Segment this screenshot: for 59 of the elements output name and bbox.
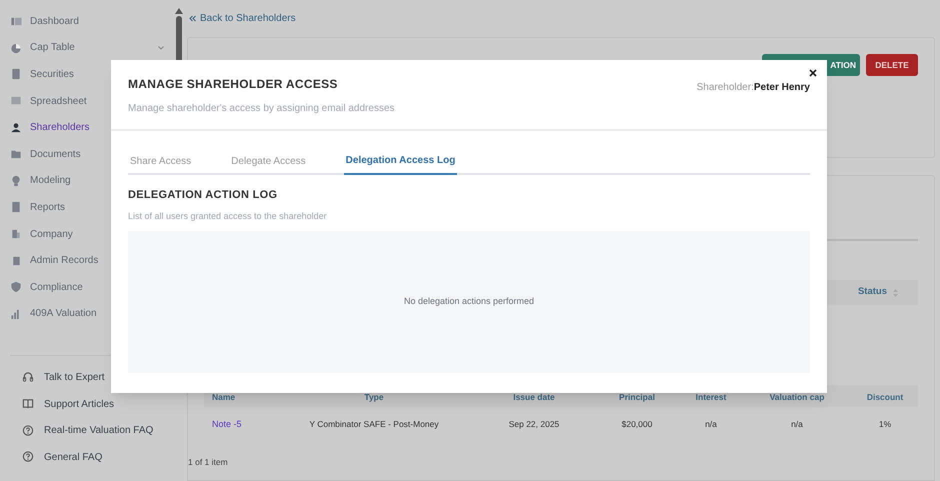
sidebar-item[interactable]: Shareholders — [0, 114, 96, 141]
double-chevron-left-icon — [189, 15, 196, 22]
help-link[interactable]: General FAQ — [0, 444, 106, 470]
column-header: Type — [364, 392, 384, 402]
sidebar-item[interactable]: Modeling — [0, 168, 77, 194]
sidebar-item[interactable]: Company — [0, 220, 79, 248]
column-header: Principal — [619, 392, 655, 402]
table-cell: Sep 22, 2025 — [508, 419, 560, 429]
help-link[interactable]: Support Articles — [0, 390, 118, 418]
tab[interactable]: Delegate Access — [229, 147, 308, 175]
pie-chart-icon — [10, 42, 22, 54]
close-icon[interactable] — [809, 69, 817, 77]
pagination-text: 1 of 1 item — [188, 457, 228, 467]
tab[interactable]: Share Access — [128, 147, 194, 175]
column-header: Name — [212, 392, 236, 402]
scroll-up-icon[interactable] — [174, 8, 182, 14]
sidebar-item[interactable]: Documents — [0, 140, 87, 168]
column-header[interactable]: Status — [858, 285, 898, 300]
modal-subtitle: Manage shareholder's access by assigning email addresses — [128, 102, 394, 116]
building-icon — [10, 228, 22, 240]
help-link[interactable]: Talk to Expert — [0, 364, 109, 391]
book-icon — [22, 398, 34, 410]
folder-icon — [10, 148, 22, 160]
person-icon — [10, 122, 22, 134]
sidebar-item[interactable]: 409A Valuation — [0, 300, 103, 328]
shareholder-name: Peter Henry — [754, 81, 810, 95]
sidebar-item[interactable]: Cap Table — [0, 34, 170, 62]
help-link[interactable]: Real-time Valuation FAQ — [0, 417, 158, 444]
delete-button[interactable]: DELETE — [866, 54, 918, 76]
sidebar-item[interactable]: Dashboard — [0, 8, 85, 35]
back-link[interactable]: Back to Shareholders — [187, 0, 935, 37]
bulb-icon — [10, 174, 22, 187]
column-header: Valuation cap — [770, 392, 824, 402]
question-icon — [22, 424, 34, 437]
shareholder-label: Shareholder: — [696, 81, 754, 95]
shield-icon — [10, 281, 22, 294]
sidebar-item[interactable]: Reports — [0, 194, 72, 221]
column-header: Interest — [696, 392, 726, 402]
note-link[interactable]: Note -5 — [212, 419, 242, 429]
table-cell: n/a — [791, 419, 803, 429]
section-subtitle: List of all users granted access to the shareholder — [128, 210, 328, 223]
table-cell: 1% — [878, 419, 892, 429]
sidebar-item[interactable]: Compliance — [0, 274, 89, 301]
column-header: Issue date — [513, 392, 555, 402]
sidebar-item[interactable]: Spreadsheet — [0, 88, 93, 114]
section-title: DELEGATION ACTION LOG — [128, 188, 278, 203]
table-cell: Y Combinator SAFE - Post-Money — [309, 419, 439, 429]
table-cell: n/a — [705, 419, 717, 429]
column-header: Discount — [866, 392, 904, 402]
bar-chart-icon — [10, 308, 22, 320]
sidebar-item[interactable]: Securities — [0, 61, 80, 88]
sidebar-item[interactable]: Admin Records — [0, 247, 104, 274]
dashboard-icon — [10, 15, 22, 28]
table-cell: $20,000 — [622, 419, 652, 429]
modal-title: MANAGE SHAREHOLDER ACCESS — [128, 76, 339, 93]
headset-icon — [22, 371, 34, 384]
question-icon — [22, 451, 34, 464]
empty-message: No delegation actions performed — [404, 295, 534, 308]
tab[interactable]: Delegation Access Log — [344, 147, 458, 175]
